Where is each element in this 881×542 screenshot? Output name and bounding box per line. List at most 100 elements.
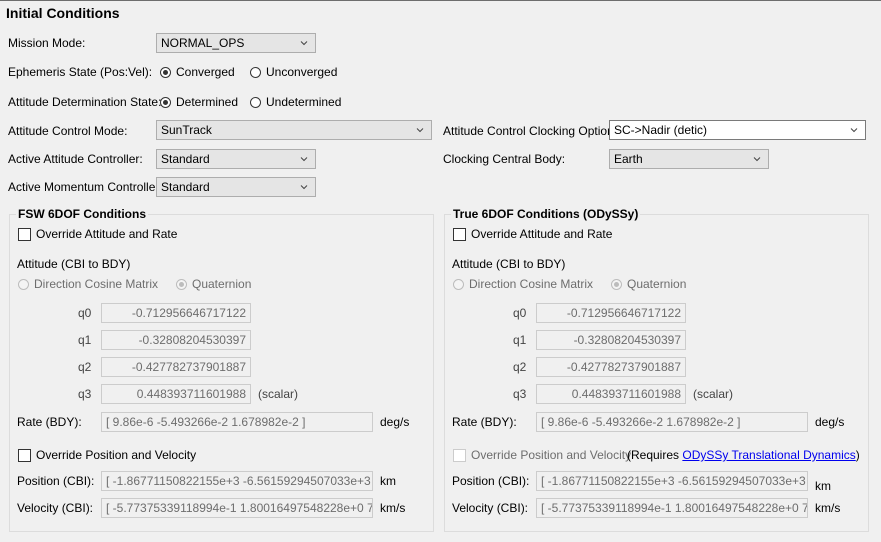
fsw-group-title: FSW 6DOF Conditions [16,207,148,221]
fsw-q3-input[interactable]: 0.448393711601988 [101,384,251,404]
true-position-label: Position (CBI): [452,474,530,488]
ephemeris-state-label: Ephemeris State (Pos:Vel): [8,65,153,79]
fsw-scalar-note: (scalar) [258,387,299,401]
clocking-body-label: Clocking Central Body: [443,152,566,166]
active-attitude-controller-label: Active Attitude Controller: [8,152,143,166]
chevron-down-icon [300,185,308,190]
active-momentum-controller-label: Active Momentum Controller: [8,180,163,194]
fsw-attitude-label: Attitude (CBI to BDY) [17,257,131,271]
radio-selected-icon [611,278,622,290]
attitude-determination-label: Attitude Determination State: [8,95,162,109]
fsw-position-input[interactable]: [ -1.86771150822155e+3 -6.56159294507033… [101,471,373,491]
true-q0-label: q0 [513,306,527,320]
active-momentum-controller-select[interactable]: Standard [156,177,316,197]
true-q2-input[interactable]: -0.427782737901887 [536,357,686,377]
radio-unselected-icon [250,66,261,78]
clocking-body-value: Earth [614,152,643,166]
page-title: Initial Conditions [6,5,120,21]
attitude-undetermined-radio[interactable]: Undetermined [250,95,341,109]
fsw-velocity-label: Velocity (CBI): [17,501,94,515]
mission-mode-value: NORMAL_OPS [161,36,245,50]
checkbox-label: Override Attitude and Rate [471,227,613,241]
true-q1-label: q1 [513,333,527,347]
true-rate-unit: deg/s [815,415,845,429]
requires-suffix: ) [855,448,860,462]
mission-mode-select[interactable]: NORMAL_OPS [156,33,316,53]
true-q3-input[interactable]: 0.448393711601988 [536,384,686,404]
fsw-rate-unit: deg/s [380,415,410,429]
true-quaternion-radio[interactable]: Quaternion [611,277,686,291]
radio-label: Direction Cosine Matrix [34,277,159,291]
checkbox-unchecked-icon [453,227,466,241]
fsw-q0-input[interactable]: -0.712956646717122 [101,303,251,323]
radio-label: Converged [176,65,235,79]
checkbox-unchecked-icon [18,448,31,462]
chevron-down-icon [850,128,858,133]
true-dcm-radio[interactable]: Direction Cosine Matrix [453,277,593,291]
chevron-down-icon [753,157,761,162]
active-attitude-controller-select[interactable]: Standard [156,149,316,169]
fsw-velocity-unit: km/s [380,501,406,515]
clocking-option-value: SC->Nadir (detic) [614,123,708,137]
radio-unselected-icon [453,278,464,290]
checkbox-label: Override Attitude and Rate [36,227,178,241]
fsw-dcm-radio[interactable]: Direction Cosine Matrix [18,277,158,291]
chevron-down-icon [300,41,308,46]
radio-label: Direction Cosine Matrix [469,277,594,291]
fsw-q1-input[interactable]: -0.32808204530397 [101,330,251,350]
radio-label: Quaternion [627,277,687,291]
fsw-q2-label: q2 [78,360,92,374]
requires-prefix: (Requires [627,448,683,462]
true-attitude-label: Attitude (CBI to BDY) [452,257,566,271]
mission-mode-label: Mission Mode: [8,36,86,50]
true-velocity-label: Velocity (CBI): [452,501,529,515]
radio-selected-icon [160,96,171,108]
true-q3-label: q3 [513,387,527,401]
checkbox-unchecked-icon [18,227,31,241]
fsw-q0-label: q0 [78,306,92,320]
fsw-rate-label: Rate (BDY): [17,415,82,429]
clocking-option-select[interactable]: SC->Nadir (detic) [609,120,866,140]
true-position-input[interactable]: [ -1.86771150822155e+3 -6.56159294507033… [536,471,808,491]
fsw-q2-input[interactable]: -0.427782737901887 [101,357,251,377]
radio-selected-icon [160,66,171,78]
true-rate-input[interactable]: [ 9.86e-6 -5.493266e-2 1.678982e-2 ] [536,412,808,432]
requires-note: (Requires ODySSy Translational Dynamics) [627,448,860,462]
radio-unselected-icon [18,278,29,290]
true-q0-input[interactable]: -0.712956646717122 [536,303,686,323]
chevron-down-icon [300,157,308,162]
checkbox-unchecked-icon [453,448,466,462]
true-override-attitude-checkbox[interactable]: Override Attitude and Rate [453,227,612,241]
fsw-position-label: Position (CBI): [17,474,95,488]
true-rate-label: Rate (BDY): [452,415,517,429]
checkbox-label: Override Position and Velocity [36,448,197,462]
ephemeris-unconverged-radio[interactable]: Unconverged [250,65,337,79]
active-momentum-controller-value: Standard [161,180,210,194]
true-velocity-input[interactable]: [ -5.77375339118994e-1 1.80016497548228e… [536,498,808,518]
radio-label: Determined [176,95,239,109]
fsw-q3-label: q3 [78,387,92,401]
chevron-down-icon [416,128,424,133]
attitude-control-mode-value: SunTrack [161,123,212,137]
odyssy-translational-dynamics-link[interactable]: ODySSy Translational Dynamics [682,448,855,462]
true-override-posvel-checkbox[interactable]: Override Position and Velocity [453,448,631,462]
active-attitude-controller-value: Standard [161,152,210,166]
clocking-body-select[interactable]: Earth [609,149,769,169]
attitude-determined-radio[interactable]: Determined [160,95,238,109]
true-scalar-note: (scalar) [693,387,734,401]
fsw-velocity-input[interactable]: [ -5.77375339118994e-1 1.80016497548228e… [101,498,373,518]
ephemeris-converged-radio[interactable]: Converged [160,65,235,79]
attitude-control-mode-label: Attitude Control Mode: [8,124,128,138]
fsw-position-unit: km [380,474,396,488]
true-group-title: True 6DOF Conditions (ODySSy) [451,207,641,221]
fsw-q1-label: q1 [78,333,92,347]
attitude-control-mode-select[interactable]: SunTrack [156,120,432,140]
true-velocity-unit: km/s [815,501,841,515]
true-q1-input[interactable]: -0.32808204530397 [536,330,686,350]
true-position-unit: km [815,479,831,493]
checkbox-label: Override Position and Velocity [471,448,632,462]
fsw-override-attitude-checkbox[interactable]: Override Attitude and Rate [18,227,177,241]
fsw-override-posvel-checkbox[interactable]: Override Position and Velocity [18,448,196,462]
fsw-quaternion-radio[interactable]: Quaternion [176,277,251,291]
fsw-rate-input[interactable]: [ 9.86e-6 -5.493266e-2 1.678982e-2 ] [101,412,373,432]
